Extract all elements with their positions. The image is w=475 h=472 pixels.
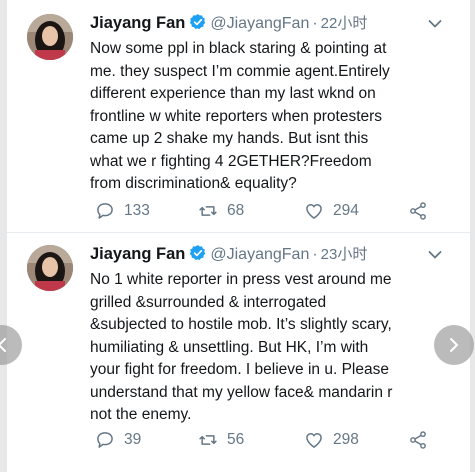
- tweet-text: No 1 white reporter in press vest around…: [90, 269, 450, 427]
- tweet-text-line: different experience than my last wknd o…: [90, 85, 376, 102]
- tweet[interactable]: Jiayang Fan @JiayangFan · 22小时 Now some ppl…: [7, 0, 470, 233]
- tweet-text-line: not the enemy.: [90, 406, 192, 423]
- separator-dot: ·: [312, 246, 318, 263]
- retweet-count: 56: [227, 431, 245, 448]
- avatar-image: [27, 14, 73, 60]
- timeline: Jiayang Fan @JiayangFan · 22小时 Now some ppl…: [6, 0, 471, 472]
- like-button[interactable]: 294: [304, 200, 359, 222]
- tweet-text-line: No 1 white reporter in press vest around…: [90, 271, 392, 288]
- like-button[interactable]: 298: [304, 429, 359, 451]
- verified-badge-icon: [190, 14, 206, 30]
- avatar[interactable]: [27, 14, 73, 60]
- tweet-text-line: me. they suspect I’m commie agent.Entire…: [90, 62, 390, 80]
- heart-icon: [306, 204, 322, 219]
- tweet-timestamp[interactable]: 23小时: [321, 246, 368, 263]
- reply-count: 133: [124, 202, 150, 219]
- tweet-text-line: grilled &surrounded & interrogated: [90, 293, 327, 311]
- chevron-left-icon: [0, 338, 6, 352]
- like-count: 294: [333, 202, 359, 219]
- heart-icon: [306, 433, 322, 448]
- tweet-text-line: came up 2 shake my hands. But isnt this: [90, 130, 369, 147]
- tweet-header: Jiayang Fan @JiayangFan · 22小时: [90, 12, 367, 34]
- like-count: 298: [333, 431, 359, 448]
- tweet-text-line: your fight for freedom. I believe in u. …: [90, 361, 389, 378]
- separator-dot: ·: [312, 15, 318, 32]
- share-icon: [410, 202, 426, 220]
- share-icon: [410, 431, 426, 449]
- avatar-image: [27, 245, 73, 291]
- reply-icon: [97, 432, 113, 448]
- tweet-header: Jiayang Fan @JiayangFan · 23小时: [90, 243, 367, 265]
- tweet-actions: 39 56 298: [90, 429, 450, 451]
- tweet-text-line: from discrimination& equality?: [90, 175, 297, 192]
- reply-button[interactable]: 39: [95, 429, 141, 451]
- author-name[interactable]: Jiayang Fan: [90, 14, 185, 32]
- tweet-text-line: &subjected to hostile mob. It’s slightly…: [90, 316, 392, 333]
- retweet-button[interactable]: 56: [198, 429, 244, 451]
- retweet-count: 68: [227, 202, 245, 219]
- verified-badge-icon: [190, 245, 206, 261]
- retweet-icon: [199, 435, 217, 445]
- tweet-text-line: understand that my yellow face& mandarin…: [90, 383, 393, 401]
- tweet-text-line: what we r fighting 4 2GETHER?Freedom: [90, 152, 372, 170]
- chevron-down-icon[interactable]: [428, 19, 442, 29]
- tweet-text: Now some ppl in black staring & pointing…: [90, 38, 450, 196]
- author-handle[interactable]: @JiayangFan: [210, 246, 309, 263]
- tweet-actions: 133 68 294: [90, 200, 450, 222]
- retweet-button[interactable]: 68: [198, 200, 244, 222]
- tweet-text-line: humiliating & unsettling. But HK, I’m wi…: [90, 338, 369, 356]
- next-image-button[interactable]: [434, 325, 474, 365]
- tweet-text-line: frontline w white reporters when protest…: [90, 107, 383, 125]
- author-name[interactable]: Jiayang Fan: [90, 245, 185, 263]
- share-button[interactable]: [408, 429, 437, 451]
- tweet-text-line: Now some ppl in black staring & pointing…: [90, 40, 387, 57]
- author-handle[interactable]: @JiayangFan: [210, 15, 309, 32]
- retweet-icon: [199, 206, 217, 216]
- avatar[interactable]: [27, 245, 73, 291]
- share-button[interactable]: [408, 200, 437, 222]
- chevron-down-icon[interactable]: [428, 250, 442, 260]
- tweet-timestamp[interactable]: 22小时: [321, 15, 368, 32]
- reply-icon: [97, 203, 113, 219]
- tweet[interactable]: Jiayang Fan @JiayangFan · 23小时 No 1 white r…: [7, 233, 470, 472]
- chevron-right-icon: [450, 338, 459, 352]
- reply-button[interactable]: 133: [95, 200, 150, 222]
- reply-count: 39: [124, 431, 142, 448]
